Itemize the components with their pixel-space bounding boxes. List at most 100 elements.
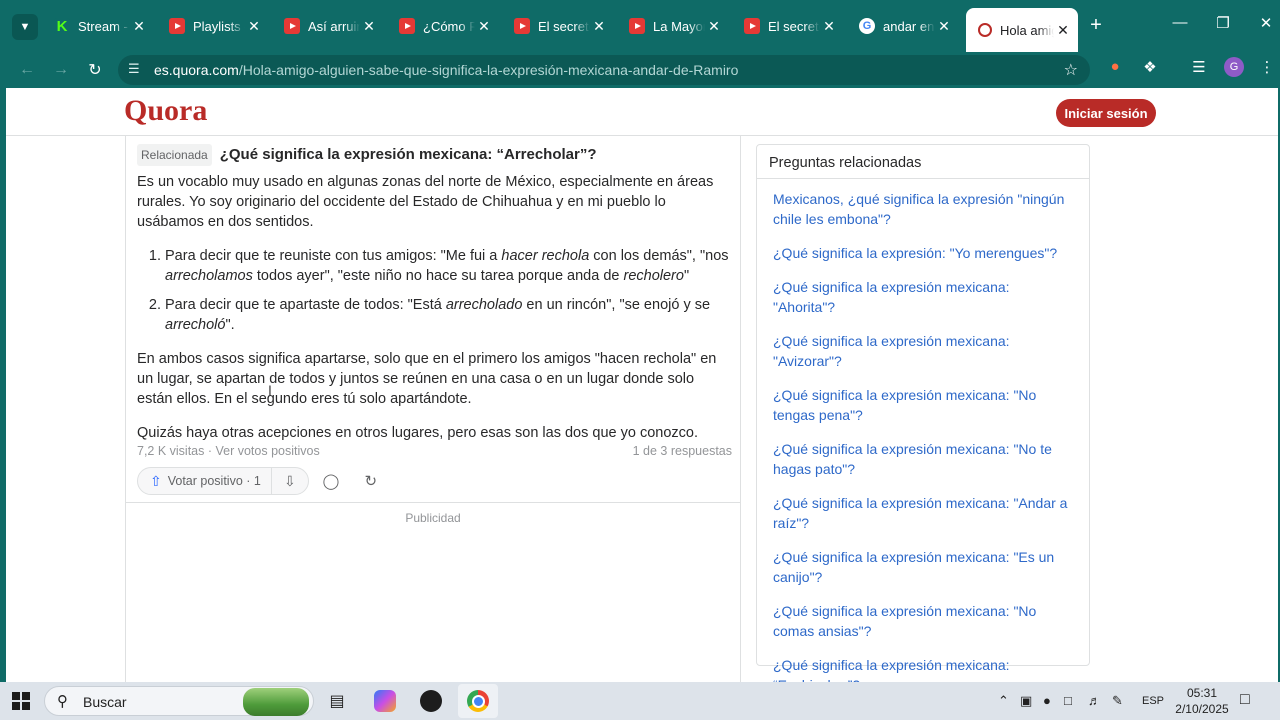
url-path: /Hola-amigo-alguien-sabe-que-significa-l… <box>238 62 739 78</box>
item2-text-a: Para decir que te apartaste de todos: "E… <box>165 297 446 313</box>
item1-text-a: Para decir que te reuniste con tus amigo… <box>165 248 502 264</box>
item1-em-f: recholero <box>623 268 684 284</box>
tab-andar-en[interactable]: G andar en ✕ <box>847 8 959 44</box>
display-icon[interactable]: ▣ <box>1020 693 1032 709</box>
item1-text-g: " <box>683 268 690 284</box>
item2-em-d: arrecholó <box>165 317 226 333</box>
share-refresh-icon: ↻ <box>364 473 378 490</box>
tab-la-mayor[interactable]: La Mayor ✕ <box>617 8 729 44</box>
list-item: Para decir que te apartaste de todos: "E… <box>165 295 732 335</box>
language-indicator[interactable]: ESP <box>1142 695 1164 707</box>
app-icon[interactable] <box>420 690 442 712</box>
media-controls-icon[interactable]: ☰ <box>1188 58 1210 76</box>
answer-count: 1 de 3 respuestas <box>632 444 732 458</box>
related-question-link[interactable]: ¿Qué significa la expresión: "Yo merengu… <box>773 243 1073 263</box>
clock-date: 2/10/2025 <box>1175 702 1229 716</box>
tab-playlists[interactable]: Playlists - ✕ <box>157 8 269 44</box>
tab-el-secreto-2[interactable]: El secreto ✕ <box>732 8 844 44</box>
close-icon[interactable]: ✕ <box>705 18 723 35</box>
tab-hola-amigo[interactable]: Hola amig ✕ <box>966 8 1078 52</box>
upvote-button[interactable]: ⇧ Votar positivo · 1 <box>138 468 272 494</box>
reload-button[interactable]: ↻ <box>82 57 108 83</box>
tab-label: El secreto <box>538 18 590 34</box>
chevron-up-icon[interactable]: ⌃ <box>998 693 1009 709</box>
text-cursor-icon: I <box>268 382 272 398</box>
item1-em-b: hacer rechola <box>501 248 590 264</box>
close-icon[interactable]: ✕ <box>130 18 148 35</box>
tab-label: andar en <box>883 18 935 34</box>
list-item: Para decir que te reuniste con tus amigo… <box>165 246 732 286</box>
related-question-link[interactable]: ¿Qué significa la expresión mexicana: "A… <box>773 277 1073 317</box>
clock[interactable]: 05:31 2/10/2025 <box>1170 685 1234 717</box>
item2-text-e: ". <box>225 317 235 333</box>
related-question-link[interactable]: ¿Qué significa la expresión mexicana: "A… <box>773 493 1073 533</box>
tab-stream[interactable]: K Stream - K ✕ <box>42 8 154 44</box>
comment-button[interactable]: ◯ <box>313 472 349 490</box>
close-icon[interactable]: ✕ <box>935 18 953 35</box>
close-icon[interactable]: ✕ <box>590 18 608 35</box>
url-text[interactable]: es.quora.com/Hola-amigo-alguien-sabe-que… <box>154 62 738 78</box>
vote-group: ⇧ Votar positivo · 1 ⇩ <box>137 467 309 495</box>
tab-como[interactable]: ¿Cómo Re ✕ <box>387 8 499 44</box>
bookmark-star-icon[interactable]: ☆ <box>1064 60 1078 80</box>
microphone-icon[interactable]: ● <box>1043 693 1051 708</box>
site-info-icon[interactable]: ☰ <box>128 61 140 77</box>
tab-asi-arruin[interactable]: Así arruin ✕ <box>272 8 384 44</box>
item1-em-d: arrecholamos <box>165 268 253 284</box>
views-and-upvoters-link[interactable]: 7,2 K visitas · Ver votos positivos <box>137 444 320 458</box>
quora-icon <box>978 23 992 37</box>
related-questions-title: Preguntas relacionadas <box>757 145 1089 179</box>
close-icon[interactable]: ✕ <box>360 18 378 35</box>
address-bar[interactable]: ☰ es.quora.com/Hola-amigo-alguien-sabe-q… <box>118 55 1090 85</box>
browser-menu-icon[interactable]: ⋮ <box>1256 58 1278 76</box>
new-tab-button[interactable]: + <box>1086 14 1106 37</box>
related-question-title[interactable]: ¿Qué significa la expresión mexicana: “A… <box>220 145 597 165</box>
tab-label: Así arruin <box>308 18 360 34</box>
tab-el-secreto-1[interactable]: El secreto ✕ <box>502 8 614 44</box>
window-close-button[interactable]: ✕ <box>1254 14 1278 32</box>
close-icon[interactable]: ✕ <box>245 18 263 35</box>
related-question-link[interactable]: Mexicanos, ¿qué significa la expresión "… <box>773 189 1073 229</box>
extensions-puzzle-icon[interactable]: ❖ <box>1139 58 1161 76</box>
minimize-button[interactable]: — <box>1168 14 1192 31</box>
task-view-icon[interactable]: ▤ <box>326 690 348 712</box>
related-question-link[interactable]: ¿Qué significa la expresión mexicana: “E… <box>773 655 1073 682</box>
related-question-link[interactable]: ¿Qué significa la expresión mexicana: "E… <box>773 547 1073 587</box>
notifications-icon[interactable]: □ <box>1240 691 1250 709</box>
downvote-button[interactable]: ⇩ <box>272 473 308 490</box>
item1-text-c: con los demás", "nos <box>589 248 729 264</box>
login-button[interactable]: Iniciar sesión <box>1056 99 1156 127</box>
tab-label: El secreto <box>768 18 820 34</box>
volume-icon[interactable]: ♬ <box>1088 693 1101 708</box>
related-questions-panel: Preguntas relacionadas Mexicanos, ¿qué s… <box>756 144 1090 682</box>
share-button[interactable]: ↻ <box>353 472 389 490</box>
chrome-icon[interactable] <box>467 690 489 712</box>
copilot-icon[interactable] <box>374 690 396 712</box>
profile-avatar[interactable]: G <box>1224 57 1244 77</box>
back-button[interactable]: ← <box>14 57 40 83</box>
related-question-link[interactable]: ¿Qué significa la expresión mexicana: "A… <box>773 331 1073 371</box>
search-highlight-image <box>243 688 309 716</box>
tab-search-button[interactable]: ▼ <box>12 14 38 40</box>
related-question-row: Relacionada ¿Qué significa la expresión … <box>137 144 732 166</box>
answer-paragraph-3: Quizás haya otras acepciones en otros lu… <box>137 425 698 441</box>
network-icon[interactable]: □ <box>1064 693 1072 708</box>
close-icon[interactable]: ✕ <box>475 18 493 35</box>
flame-extension-icon[interactable]: ● <box>1104 58 1126 75</box>
main-column: Relacionada ¿Qué significa la expresión … <box>125 136 741 682</box>
quora-logo[interactable]: Quora <box>124 94 207 128</box>
pen-icon[interactable]: ✎ <box>1112 693 1123 709</box>
forward-button[interactable]: → <box>48 57 74 83</box>
close-icon[interactable]: ✕ <box>1054 22 1072 39</box>
related-question-link[interactable]: ¿Qué significa la expresión mexicana: "N… <box>773 385 1073 425</box>
taskbar-search[interactable]: ⚲ Buscar <box>44 686 314 716</box>
windows-start-button[interactable] <box>12 692 30 710</box>
restore-button[interactable]: ❐ <box>1211 14 1235 32</box>
related-questions-list: Mexicanos, ¿qué significa la expresión "… <box>757 179 1089 682</box>
item2-text-c: en un rincón", "se enojó y se <box>522 297 711 313</box>
related-question-link[interactable]: ¿Qué significa la expresión mexicana: "N… <box>773 439 1073 479</box>
clock-time: 05:31 <box>1186 686 1218 700</box>
downvote-arrow-icon: ⇩ <box>283 472 296 489</box>
close-icon[interactable]: ✕ <box>820 18 838 35</box>
related-question-link[interactable]: ¿Qué significa la expresión mexicana: "N… <box>773 601 1073 641</box>
